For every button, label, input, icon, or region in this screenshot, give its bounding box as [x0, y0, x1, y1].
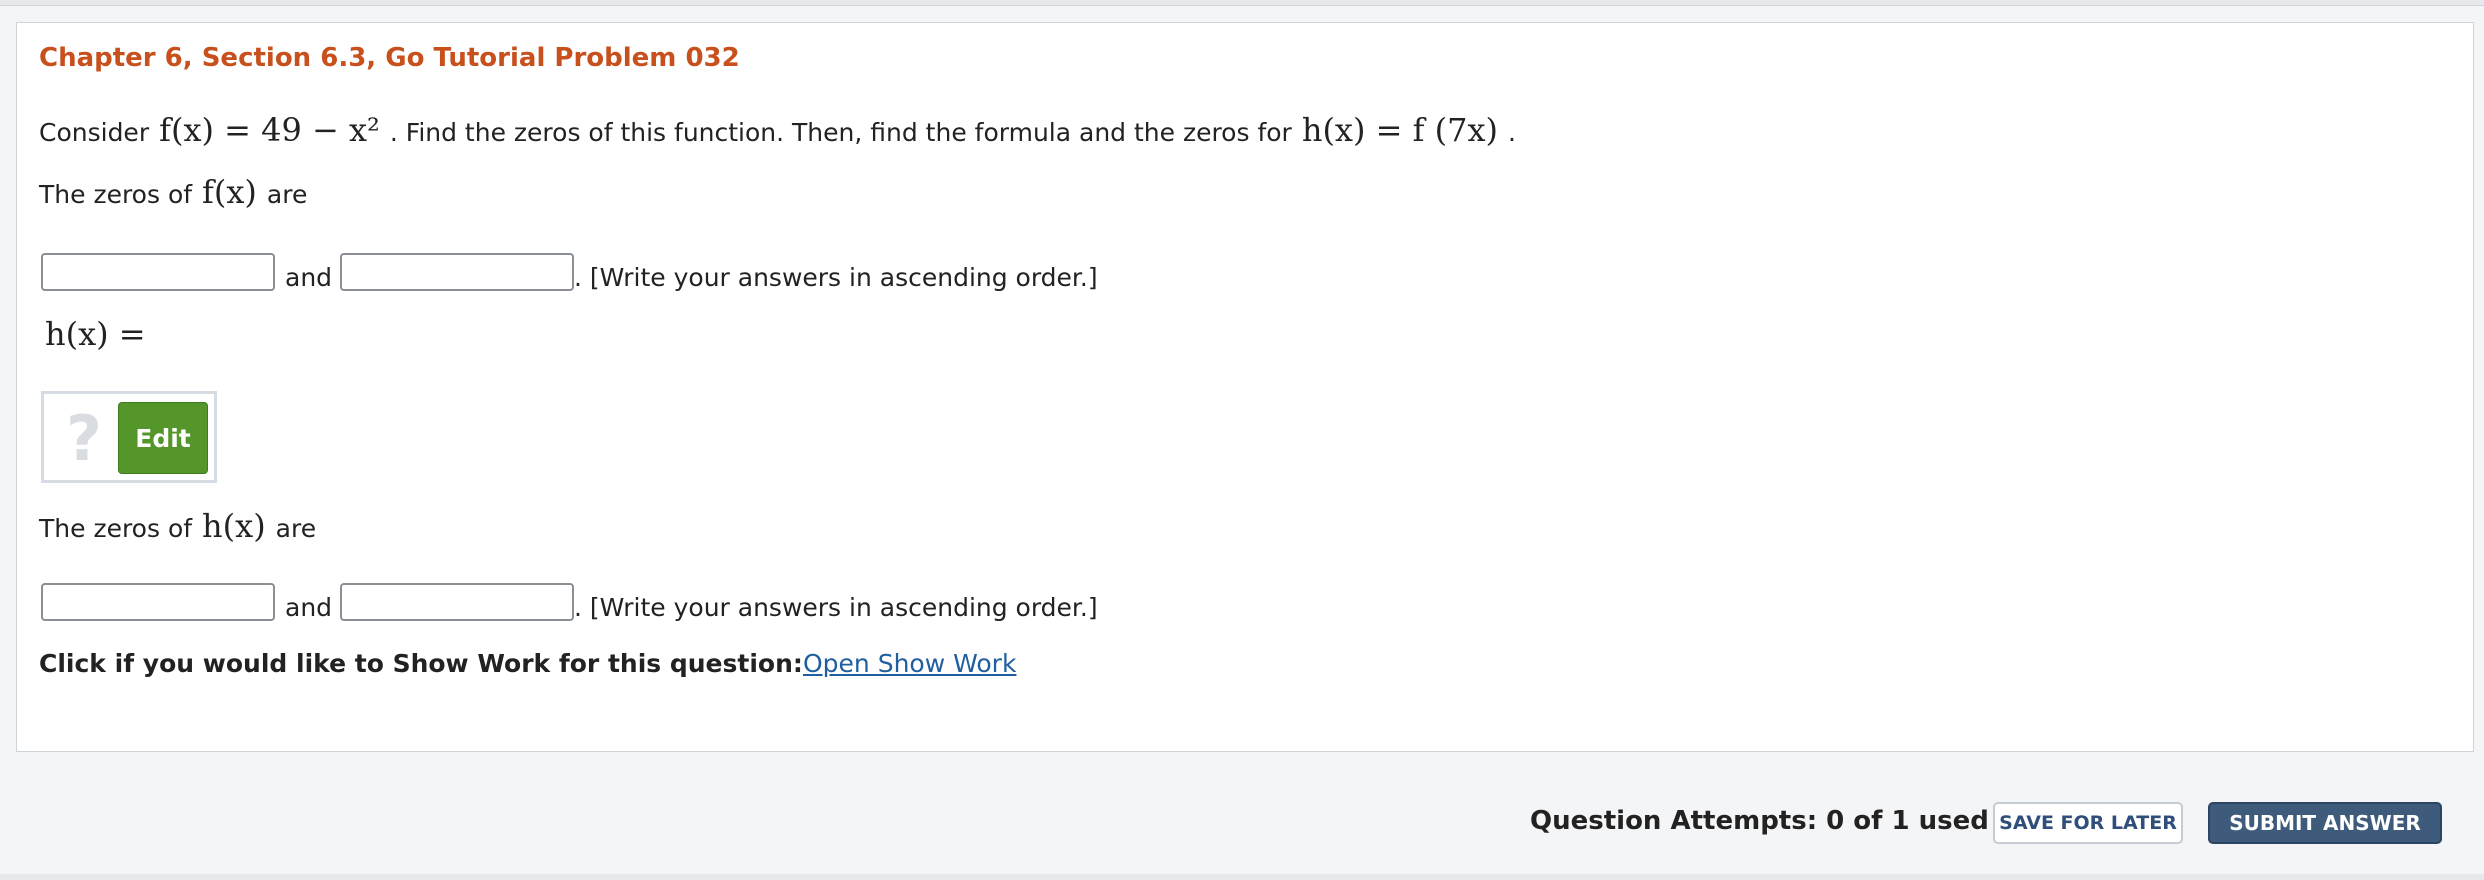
- show-work-prompt: Click if you would like to Show Work for…: [39, 649, 803, 678]
- h-equals-label: h(x) =: [45, 315, 156, 353]
- f-zero-2-input[interactable]: [340, 253, 574, 291]
- question-attempts: Question Attempts: 0 of 1 used: [1530, 806, 1989, 836]
- intro-middle: . Find the zeros of this function. Then,…: [389, 118, 1292, 147]
- intro-prefix: Consider: [39, 118, 150, 147]
- formula-editor[interactable]: ? Edit: [41, 391, 217, 483]
- edit-button[interactable]: Edit: [118, 402, 208, 474]
- h-definition: h(x) = f (7x): [1301, 111, 1498, 149]
- open-show-work-link[interactable]: Open Show Work: [803, 649, 1016, 678]
- h-zero-1-input[interactable]: [41, 583, 275, 621]
- problem-title: Chapter 6, Section 6.3, Go Tutorial Prob…: [39, 43, 740, 73]
- and-label-f: and: [285, 263, 333, 292]
- top-border: [0, 0, 2484, 6]
- save-for-later-button[interactable]: SAVE FOR LATER: [1993, 802, 2183, 844]
- question-panel: Chapter 6, Section 6.3, Go Tutorial Prob…: [16, 22, 2474, 752]
- and-label-h: and: [285, 593, 333, 622]
- bottom-border: [0, 874, 2484, 880]
- zeros-h-label: The zeros of h(x) are: [39, 507, 316, 545]
- zeros-f-suffix: are: [266, 180, 308, 209]
- h-equals: h(x) =: [45, 315, 146, 353]
- zeros-h-suffix: are: [275, 514, 317, 543]
- h-symbol: h(x): [202, 507, 266, 545]
- zeros-f-prefix: The zeros of: [39, 180, 193, 209]
- question-mark-icon: ?: [66, 402, 102, 475]
- f-symbol: f(x): [202, 173, 257, 211]
- h-zero-2-input[interactable]: [340, 583, 574, 621]
- f-definition: f(x) = 49 − x²: [159, 111, 380, 149]
- problem-statement: Consider f(x) = 49 − x² . Find the zeros…: [39, 111, 1516, 149]
- order-hint-f: . [Write your answers in ascending order…: [574, 263, 1098, 292]
- order-hint-h: . [Write your answers in ascending order…: [574, 593, 1098, 622]
- submit-answer-button[interactable]: SUBMIT ANSWER: [2208, 802, 2442, 844]
- zeros-f-label: The zeros of f(x) are: [39, 173, 307, 211]
- f-zero-1-input[interactable]: [41, 253, 275, 291]
- intro-suffix: .: [1508, 118, 1516, 147]
- zeros-h-prefix: The zeros of: [39, 514, 193, 543]
